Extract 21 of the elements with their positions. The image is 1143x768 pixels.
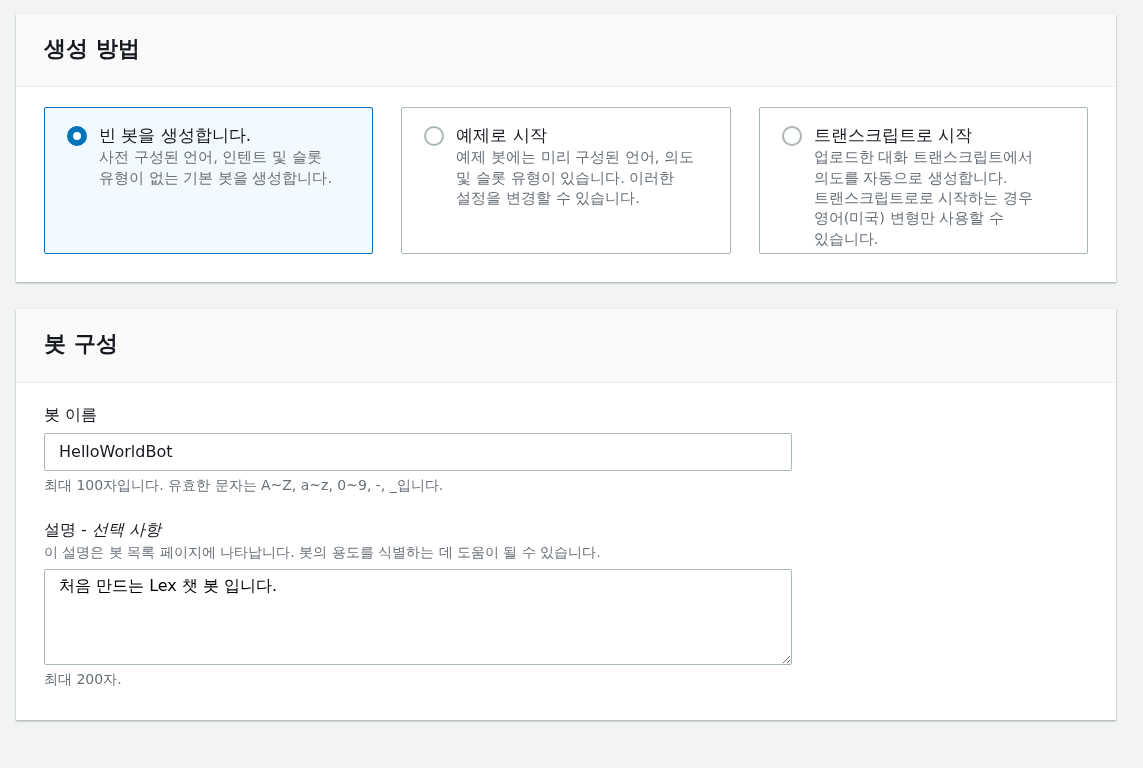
radio-button[interactable]: [424, 126, 445, 147]
field-hint: 최대 100자입니다. 유효한 문자는 A~Z, a~z, 0~9, -, _입니다.: [44, 475, 445, 495]
option-label: 트랜스크립트로 시작: [813, 124, 974, 148]
option-label: 빈 봇을 생성합니다.: [99, 124, 253, 148]
option-card[interactable]: 예제로 시작 예제 봇에는 미리 구성된 언어, 의도 및 슬롯 유형이 있습니다. 이러한 설정을 변경할 수 있습니다.: [401, 107, 731, 255]
radio-button[interactable]: [781, 126, 802, 147]
field-label: 봇 이름: [44, 403, 99, 426]
option-description: 업로드한 대화 트랜스크립트에서 의도를 자동으로 생성합니다. 트랜스크립트로로 시작하는 경우 영어(미국) 변형만 사용할 수 있습니다.: [813, 148, 1034, 249]
field-label: 설명 - 선택 사항: [44, 518, 164, 541]
option-card[interactable]: 트랜스크립트로 시작 업로드한 대화 트랜스크립트에서 의도를 자동으로 생성합니다. 트랜스크립트로로 시작하는 경우 영어(미국) 변형만 사용할 수 있습니다.: [758, 107, 1088, 255]
input-field[interactable]: HelloWorldBot: [44, 432, 792, 471]
field-hint: 최대 200자.: [44, 669, 123, 689]
option-label: 예제로 시작: [456, 124, 548, 148]
text-area[interactable]: 처음 만드는 Lex 챗 봇 입니다.: [44, 568, 792, 665]
panel-title: 봇 구성: [16, 309, 1116, 383]
option-description: 사전 구성된 언어, 인텐트 및 슬롯 유형이 없는 기본 봇을 생성합니다.: [99, 148, 334, 188]
radio-button[interactable]: [67, 126, 87, 147]
option-card[interactable]: 빈 봇을 생성합니다. 사전 구성된 언어, 인텐트 및 슬롯 유형이 없는 기본 봇을 생성합니다.: [44, 107, 374, 255]
field-help: 이 설명은 봇 목록 페이지에 나타납니다. 봇의 용도를 식별하는 데 도움이 될 수 있습니다.: [44, 542, 602, 562]
panel-title: 생성 방법: [16, 14, 1116, 88]
option-description: 예제 봇에는 미리 구성된 언어, 의도 및 슬롯 유형이 있습니다. 이러한 설정을 변경할 수 있습니다.: [456, 148, 695, 208]
